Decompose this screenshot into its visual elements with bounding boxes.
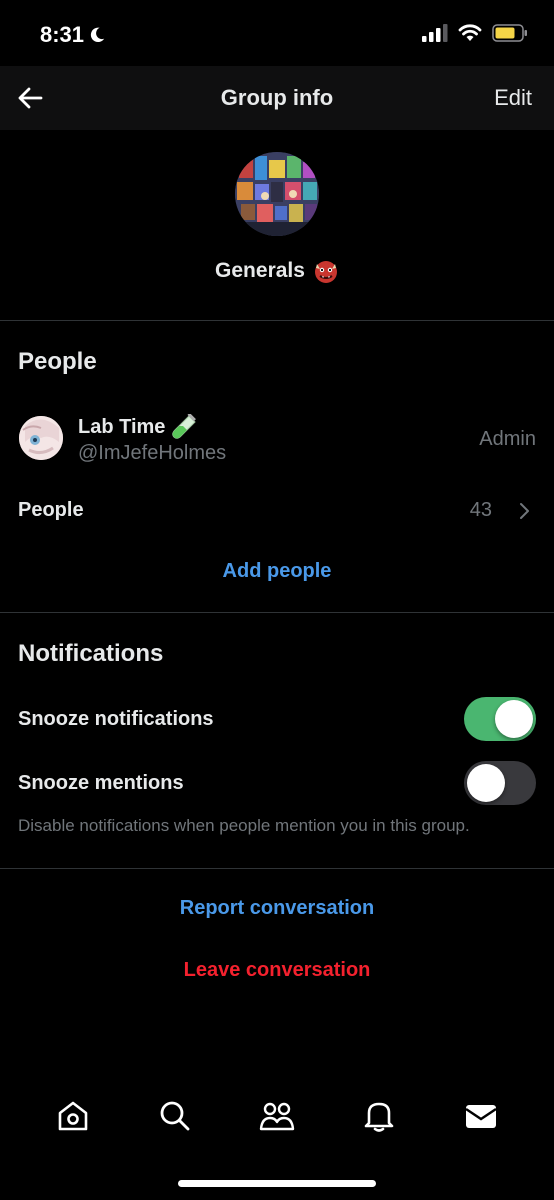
tab-bar (0, 1086, 554, 1146)
member-row[interactable]: Lab Time @ImJefeHolmes Admin (0, 404, 554, 476)
messages-envelope-icon (465, 1105, 497, 1128)
group-name: Generals (215, 259, 305, 282)
status-icons (422, 24, 528, 42)
tab-notifications[interactable] (349, 1086, 409, 1146)
home-icon (58, 1101, 88, 1131)
add-people-button[interactable]: Add people (0, 560, 554, 583)
test-tube-icon (172, 414, 197, 439)
member-avatar-image (19, 416, 63, 460)
tab-home[interactable] (43, 1086, 103, 1146)
notifications-section-title: Notifications (18, 640, 164, 667)
moon-icon (90, 27, 105, 43)
page-title: Group info (220, 85, 334, 110)
status-time: 8:31 (40, 22, 106, 48)
group-avatar-image (235, 152, 319, 236)
wifi-icon (458, 24, 482, 41)
people-list-row[interactable]: People 43 (0, 486, 554, 534)
group-name-row: Generals (0, 258, 554, 284)
divider (0, 868, 554, 869)
group-avatar[interactable] (235, 152, 319, 236)
edit-button[interactable]: Edit (494, 85, 532, 111)
people-count: 43 (469, 499, 492, 521)
home-indicator[interactable] (178, 1180, 376, 1187)
battery-icon (492, 24, 527, 42)
divider (0, 612, 554, 613)
snooze-notifications-toggle[interactable] (464, 697, 536, 741)
snooze-mentions-label: Snooze mentions (18, 772, 184, 794)
nav-bar: Group info Edit (0, 66, 554, 130)
snooze-mentions-helper-text: Disable notifications when people mentio… (18, 816, 470, 835)
leave-conversation-button[interactable]: Leave conversation (0, 959, 554, 982)
cellular-signal-icon (422, 24, 448, 42)
group-header: Generals (0, 130, 554, 320)
divider (0, 320, 554, 321)
status-bar: 8:31 (0, 0, 554, 66)
toggle-knob (467, 764, 505, 802)
tab-communities[interactable] (247, 1086, 307, 1146)
ogre-emoji-icon (314, 261, 337, 283)
member-handle: @ImJefeHolmes (78, 442, 227, 464)
tab-messages[interactable] (451, 1086, 511, 1146)
chevron-right-icon (520, 503, 529, 519)
snooze-notifications-label: Snooze notifications (18, 708, 214, 730)
communities-icon (259, 1102, 295, 1131)
report-conversation-button[interactable]: Report conversation (0, 897, 554, 920)
tab-search[interactable] (145, 1086, 205, 1146)
snooze-mentions-toggle[interactable] (464, 761, 536, 805)
member-role: Admin (479, 428, 536, 450)
people-label: People (18, 499, 84, 521)
member-name: Lab Time (78, 415, 166, 438)
status-time-text: 8:31 (40, 22, 85, 47)
toggle-knob (495, 700, 533, 738)
member-name-row: Lab Time (78, 414, 197, 440)
avatar (19, 416, 63, 460)
snooze-notifications-row: Snooze notifications (0, 697, 554, 745)
search-icon (160, 1101, 190, 1131)
people-section-title: People (18, 348, 97, 375)
snooze-mentions-row: Snooze mentions (0, 761, 554, 809)
notifications-bell-icon (364, 1102, 394, 1132)
